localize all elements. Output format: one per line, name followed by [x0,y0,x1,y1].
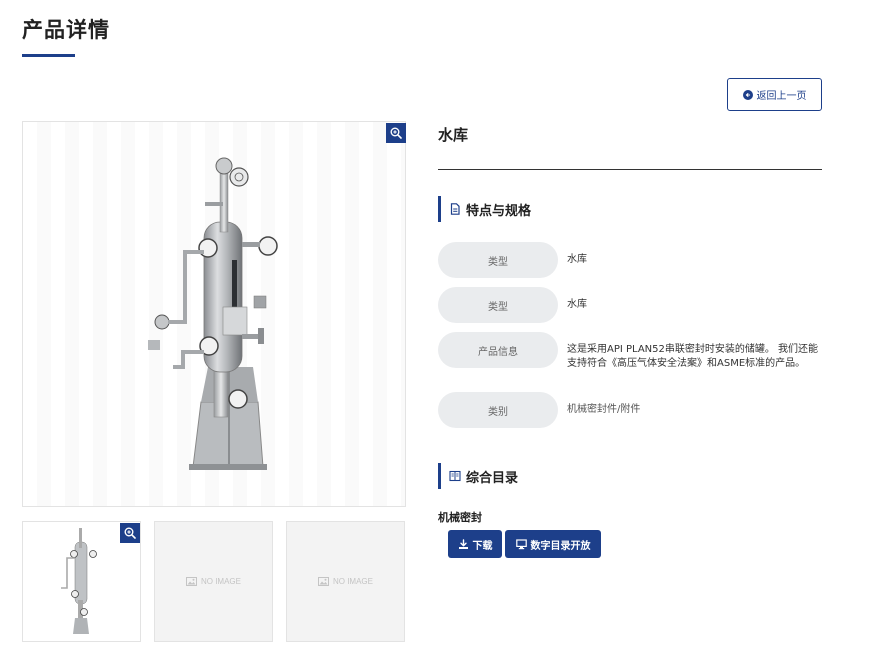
back-button[interactable]: 返回上一页 [727,78,822,111]
no-image-text: NO IMAGE [332,577,373,586]
spec-label: 类别 [438,392,558,428]
image-icon [317,577,329,586]
spec-value: 水库 [567,299,587,310]
no-image-text: NO IMAGE [200,577,241,586]
specs-section-title: 特点与规格 [466,203,532,219]
download-icon [458,538,468,549]
back-button-label: 返回上一页 [756,91,807,102]
zoom-in-icon [390,127,402,139]
catalog-section-heading: 综合目录 [438,463,518,489]
zoom-button[interactable] [386,123,406,143]
spec-value: 这是采用API PLAN52串联密封时安装的储罐。 我们还能支持符合《高压气体安… [567,344,819,369]
digital-catalog-button[interactable]: 数字目录开放 [505,530,601,558]
book-icon [449,470,461,482]
back-circle-arrow-icon [742,89,753,100]
image-icon [185,577,197,586]
thumbnail-1[interactable] [22,521,141,642]
zoom-in-icon [124,527,136,539]
page-title: 产品详情 [22,18,110,42]
title-underline [22,54,75,57]
spec-label: 类型 [438,242,558,278]
no-image-placeholder: NO IMAGE [155,577,272,586]
catalog-section-title: 综合目录 [466,470,519,486]
no-image-placeholder: NO IMAGE [287,577,404,586]
spec-label: 类型 [438,287,558,323]
download-button[interactable]: 下载 [448,530,502,558]
digital-catalog-label: 数字目录开放 [530,540,591,552]
product-illustration [148,157,278,470]
document-icon [450,203,460,215]
thumbnail-3[interactable]: NO IMAGE [286,521,405,642]
spec-value: 机械密封件/附件 [567,404,641,415]
specs-section-heading: 特点与规格 [438,196,531,222]
main-product-image[interactable] [22,121,406,507]
catalog-subtitle: 机械密封 [438,511,482,524]
thumbnail-zoom-button[interactable] [120,523,140,543]
name-divider [438,169,822,170]
monitor-icon [515,538,527,549]
spec-label: 产品信息 [438,332,558,368]
download-button-label: 下载 [472,540,493,552]
product-name: 水库 [438,126,469,144]
spec-value: 水库 [567,254,587,265]
thumbnail-2[interactable]: NO IMAGE [154,521,273,642]
